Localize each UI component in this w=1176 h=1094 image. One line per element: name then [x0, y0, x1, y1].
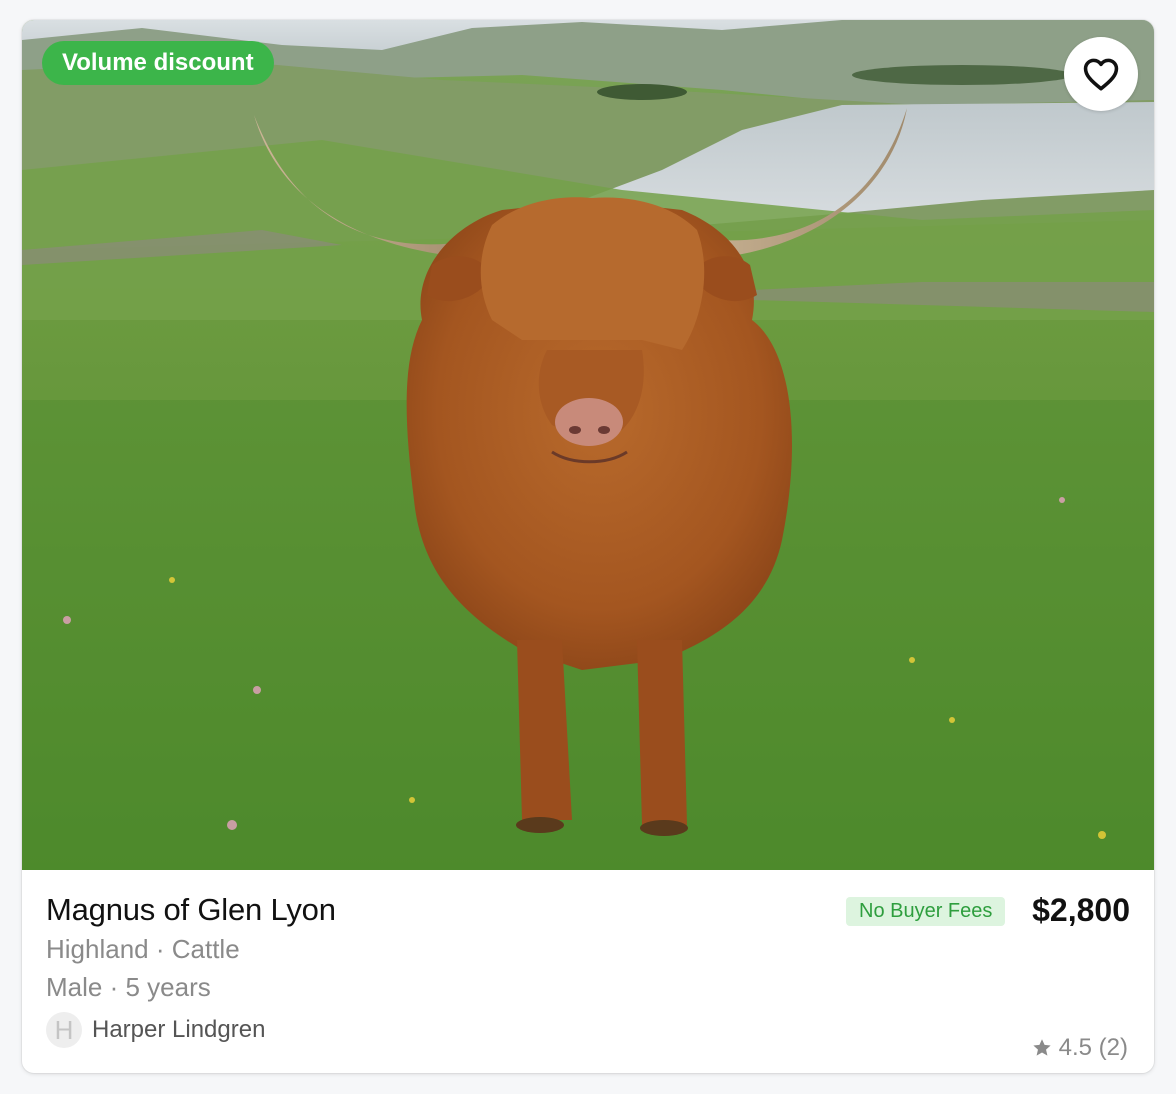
listing-title[interactable]: Magnus of Glen Lyon [46, 892, 336, 928]
listing-photo[interactable]: Volume discount [22, 20, 1154, 870]
no-buyer-fees-badge: No Buyer Fees [846, 897, 1006, 926]
rating-text: 4.5 (2) [1058, 1034, 1128, 1061]
listing-price: $2,800 [1032, 892, 1130, 928]
heart-outline-icon [1083, 58, 1119, 91]
seller-avatar: H [46, 1012, 82, 1048]
seller-rating: 4.5 (2) [1031, 1034, 1128, 1062]
seller-info[interactable]: H Harper Lindgren [46, 1012, 265, 1048]
favorite-button[interactable] [1064, 37, 1138, 111]
listing-details: Magnus of Glen Lyon No Buyer Fees $2,800… [22, 870, 1154, 1073]
seller-name[interactable]: Harper Lindgren [92, 1016, 265, 1044]
star-icon [1031, 1037, 1053, 1059]
volume-discount-badge: Volume discount [42, 41, 274, 85]
highland-cow-photo [22, 20, 1154, 870]
sex-age-line: Male · 5 years [46, 972, 211, 1002]
listing-card[interactable]: Volume discount Magnus of Glen Lyon No B… [22, 20, 1154, 1073]
breed-category-line: Highland · Cattle [46, 934, 240, 964]
